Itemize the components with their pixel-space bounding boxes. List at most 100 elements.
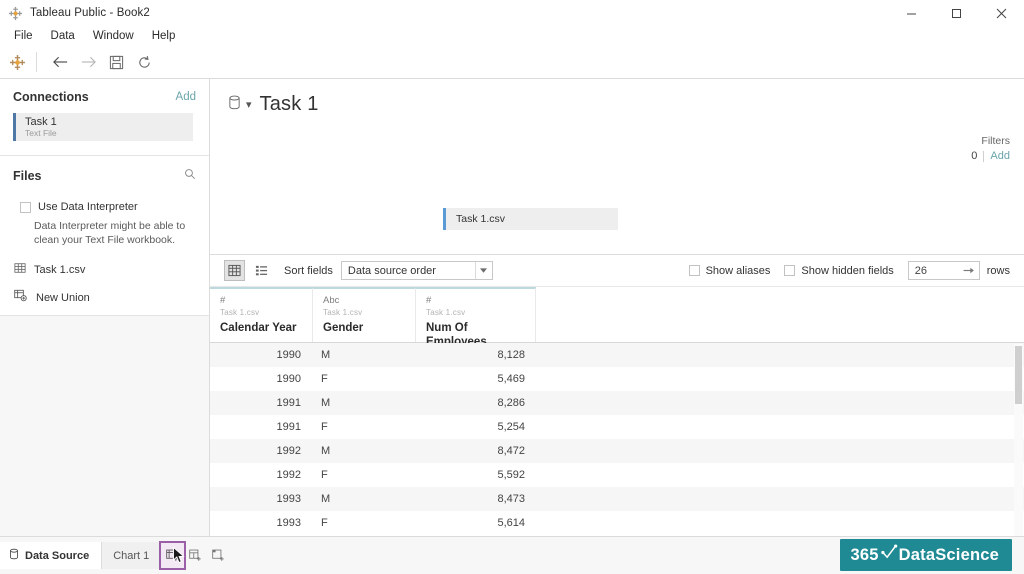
table-row[interactable]: 1993 F 5,614 bbox=[210, 511, 1024, 535]
table-cell: 5,592 bbox=[497, 469, 525, 481]
column-header-num-of-employees[interactable]: # Task 1.csv Num Of Employees bbox=[416, 287, 536, 348]
chevron-down-icon[interactable] bbox=[474, 262, 492, 279]
add-connection-button[interactable]: Add bbox=[176, 91, 196, 103]
use-data-interpreter-checkbox[interactable] bbox=[20, 202, 31, 213]
refresh-button[interactable] bbox=[130, 49, 158, 75]
new-union-label: New Union bbox=[36, 292, 90, 304]
back-button[interactable] bbox=[46, 49, 74, 75]
watermark-365datascience: 365 DataScience bbox=[839, 539, 1012, 571]
grid-view-icon[interactable] bbox=[224, 260, 245, 281]
data-source-dropdown-caret[interactable]: ▾ bbox=[246, 98, 252, 111]
table-row[interactable]: 1990 M 8,128 bbox=[210, 343, 1024, 367]
toolbar-divider bbox=[36, 52, 37, 72]
sort-fields-value: Data source order bbox=[347, 264, 436, 277]
table-cell-spacer bbox=[536, 463, 1024, 487]
table-card-task1csv[interactable]: Task 1.csv bbox=[443, 208, 618, 230]
table-cell-spacer bbox=[536, 439, 1024, 463]
table-row[interactable]: 1991 M 8,286 bbox=[210, 391, 1024, 415]
table-cell: 5,254 bbox=[497, 421, 525, 433]
column-type-icon: # bbox=[220, 295, 226, 306]
table-row[interactable]: 1991 F 5,254 bbox=[210, 415, 1024, 439]
data-grid: # Task 1.csv Calendar Year Abc Task 1.cs… bbox=[210, 287, 1024, 536]
grid-vertical-scrollbar[interactable] bbox=[1014, 344, 1023, 536]
grid-header-row: # Task 1.csv Calendar Year Abc Task 1.cs… bbox=[210, 287, 1024, 348]
table-cell: 1990 bbox=[276, 349, 301, 361]
connection-item-task1[interactable]: Task 1 Text File bbox=[13, 113, 193, 141]
table-cell: 8,473 bbox=[497, 493, 525, 505]
close-icon[interactable] bbox=[979, 0, 1024, 26]
table-cell: 1991 bbox=[276, 421, 301, 433]
table-cell: 1992 bbox=[276, 469, 301, 481]
column-header-gender[interactable]: Abc Task 1.csv Gender bbox=[313, 287, 416, 342]
tab-chart-1-label: Chart 1 bbox=[113, 549, 150, 562]
menu-bar: File Data Window Help bbox=[0, 26, 1024, 46]
use-data-interpreter-row[interactable]: Use Data Interpreter bbox=[0, 194, 209, 214]
menu-item-window[interactable]: Window bbox=[85, 27, 142, 45]
tableau-logo-icon[interactable] bbox=[6, 51, 28, 73]
column-header-calendar-year[interactable]: # Task 1.csv Calendar Year bbox=[210, 287, 313, 342]
use-data-interpreter-label: Use Data Interpreter bbox=[38, 201, 138, 213]
add-filter-button[interactable]: Add bbox=[990, 150, 1010, 162]
files-header: Files bbox=[0, 156, 209, 194]
title-bar: Tableau Public - Book2 bbox=[0, 0, 1024, 26]
new-story-button[interactable] bbox=[207, 543, 230, 568]
forward-button[interactable] bbox=[74, 49, 102, 75]
rows-stepper-icon[interactable] bbox=[963, 262, 974, 279]
minimize-icon[interactable] bbox=[889, 0, 934, 26]
show-aliases-checkbox[interactable] bbox=[688, 265, 700, 276]
table-cell: 1993 bbox=[276, 493, 301, 505]
data-source-canvas: ▾ Task 1 Filters 0 Add Task 1.csv bbox=[210, 79, 1024, 254]
watermark-suffix: DataScience bbox=[898, 545, 999, 564]
file-item-task1csv[interactable]: Task 1.csv bbox=[0, 247, 209, 279]
new-union-item[interactable]: New Union bbox=[0, 279, 209, 307]
union-icon bbox=[14, 289, 27, 307]
search-icon[interactable] bbox=[184, 167, 196, 185]
new-worksheet-button[interactable] bbox=[159, 541, 187, 570]
table-cell: M bbox=[321, 397, 331, 409]
column-type-icon: Abc bbox=[323, 295, 340, 306]
tab-data-source[interactable]: Data Source bbox=[0, 542, 103, 569]
table-cell: 1990 bbox=[276, 373, 301, 385]
maximize-icon[interactable] bbox=[934, 0, 979, 26]
filters-section: Filters 0 Add bbox=[971, 135, 1010, 162]
show-aliases-row[interactable]: Show aliases bbox=[688, 265, 770, 277]
new-dashboard-button[interactable] bbox=[184, 543, 207, 568]
table-cell: F bbox=[321, 469, 328, 481]
table-cell: M bbox=[321, 349, 331, 361]
watermark-check-icon bbox=[880, 544, 898, 566]
rows-count-input[interactable]: 26 bbox=[907, 261, 980, 280]
table-cell-spacer bbox=[536, 367, 1024, 391]
table-card-label: Task 1.csv bbox=[456, 213, 506, 225]
connections-header: Connections Add bbox=[0, 79, 209, 113]
table-cell-spacer bbox=[536, 511, 1024, 535]
column-source-label: Task 1.csv bbox=[323, 308, 363, 317]
show-hidden-fields-row[interactable]: Show hidden fields bbox=[784, 265, 894, 277]
sort-fields-select[interactable]: Data source order bbox=[340, 261, 493, 280]
tab-chart-1[interactable]: Chart 1 bbox=[102, 542, 162, 569]
table-cell: F bbox=[321, 373, 328, 385]
files-title: Files bbox=[13, 169, 42, 183]
rows-label: rows bbox=[986, 264, 1010, 277]
table-row[interactable]: 1993 M 8,473 bbox=[210, 487, 1024, 511]
menu-item-file[interactable]: File bbox=[6, 27, 41, 45]
scrollbar-thumb[interactable] bbox=[1015, 346, 1022, 404]
column-type-icon: # bbox=[426, 295, 432, 306]
list-view-icon[interactable] bbox=[251, 260, 272, 281]
table-row[interactable]: 1992 F 5,592 bbox=[210, 463, 1024, 487]
show-hidden-fields-checkbox[interactable] bbox=[784, 265, 796, 276]
save-button[interactable] bbox=[102, 49, 130, 75]
database-icon bbox=[9, 548, 19, 563]
menu-item-data[interactable]: Data bbox=[43, 27, 83, 45]
table-cell-spacer bbox=[536, 415, 1024, 439]
grid-toolbar: Sort fields Data source order Show alias… bbox=[210, 254, 1024, 287]
window-title: Tableau Public - Book2 bbox=[30, 7, 150, 19]
filters-divider bbox=[983, 150, 985, 162]
table-row[interactable]: 1990 F 5,469 bbox=[210, 367, 1024, 391]
sidebar-empty-area bbox=[0, 316, 209, 536]
connection-type: Text File bbox=[25, 127, 57, 138]
table-cell: F bbox=[321, 421, 328, 433]
table-row[interactable]: 1992 M 8,472 bbox=[210, 439, 1024, 463]
menu-item-help[interactable]: Help bbox=[144, 27, 184, 45]
table-cell: 1993 bbox=[276, 517, 301, 529]
table-cell: 8,472 bbox=[497, 445, 525, 457]
